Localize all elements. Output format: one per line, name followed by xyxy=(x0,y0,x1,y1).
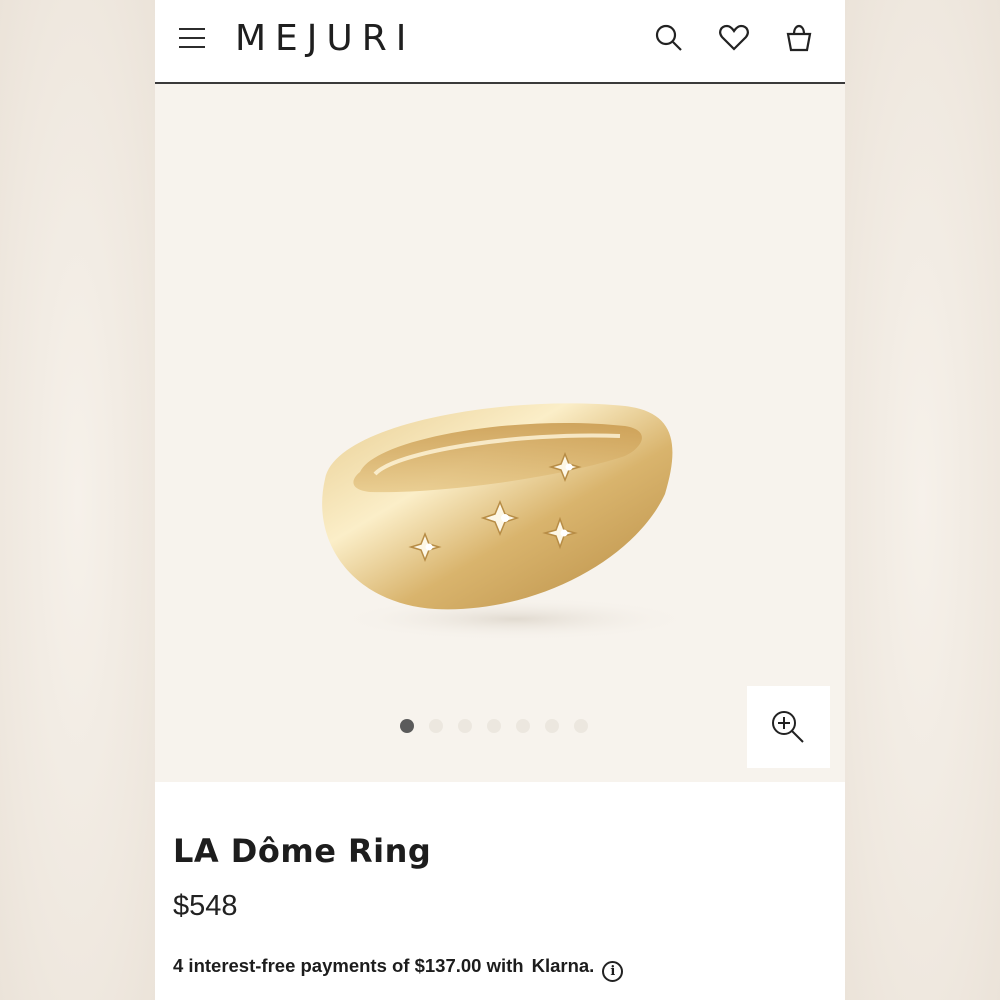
gallery-dot-2[interactable] xyxy=(429,719,443,733)
gallery-dot-4[interactable] xyxy=(487,719,501,733)
site-header: MEJURI xyxy=(155,0,845,84)
background-left xyxy=(0,0,155,1000)
info-icon[interactable]: i xyxy=(602,961,624,982)
product-price: $548 xyxy=(173,890,238,922)
phone-screen: MEJURI LA Dôme Ring $548 4 interest-free… xyxy=(155,0,845,1000)
menu-icon[interactable] xyxy=(179,28,205,50)
gallery-dot-6[interactable] xyxy=(545,719,559,733)
installments-text: 4 interest-free payments of $137.00 with xyxy=(173,955,524,976)
product-title: LA Dôme Ring xyxy=(173,832,432,870)
gallery-dot-3[interactable] xyxy=(458,719,472,733)
gallery-dot-5[interactable] xyxy=(516,719,530,733)
zoom-in-icon xyxy=(772,711,804,743)
product-info: LA Dôme Ring $548 4 interest-free paymen… xyxy=(155,782,845,1000)
search-icon[interactable] xyxy=(653,22,685,54)
product-image[interactable] xyxy=(305,384,705,644)
brand-logo[interactable]: MEJURI xyxy=(235,18,415,59)
klarna-logo[interactable]: Klarna. xyxy=(532,955,595,976)
gallery-dot-1[interactable] xyxy=(400,719,414,733)
zoom-button[interactable] xyxy=(747,686,830,768)
heart-icon[interactable] xyxy=(718,22,750,54)
product-gallery[interactable] xyxy=(155,84,845,782)
background-right xyxy=(845,0,1000,1000)
bag-icon[interactable] xyxy=(783,22,815,54)
installments-info: 4 interest-free payments of $137.00 with… xyxy=(173,955,624,982)
gallery-dot-7[interactable] xyxy=(574,719,588,733)
gallery-pagination xyxy=(400,719,603,735)
